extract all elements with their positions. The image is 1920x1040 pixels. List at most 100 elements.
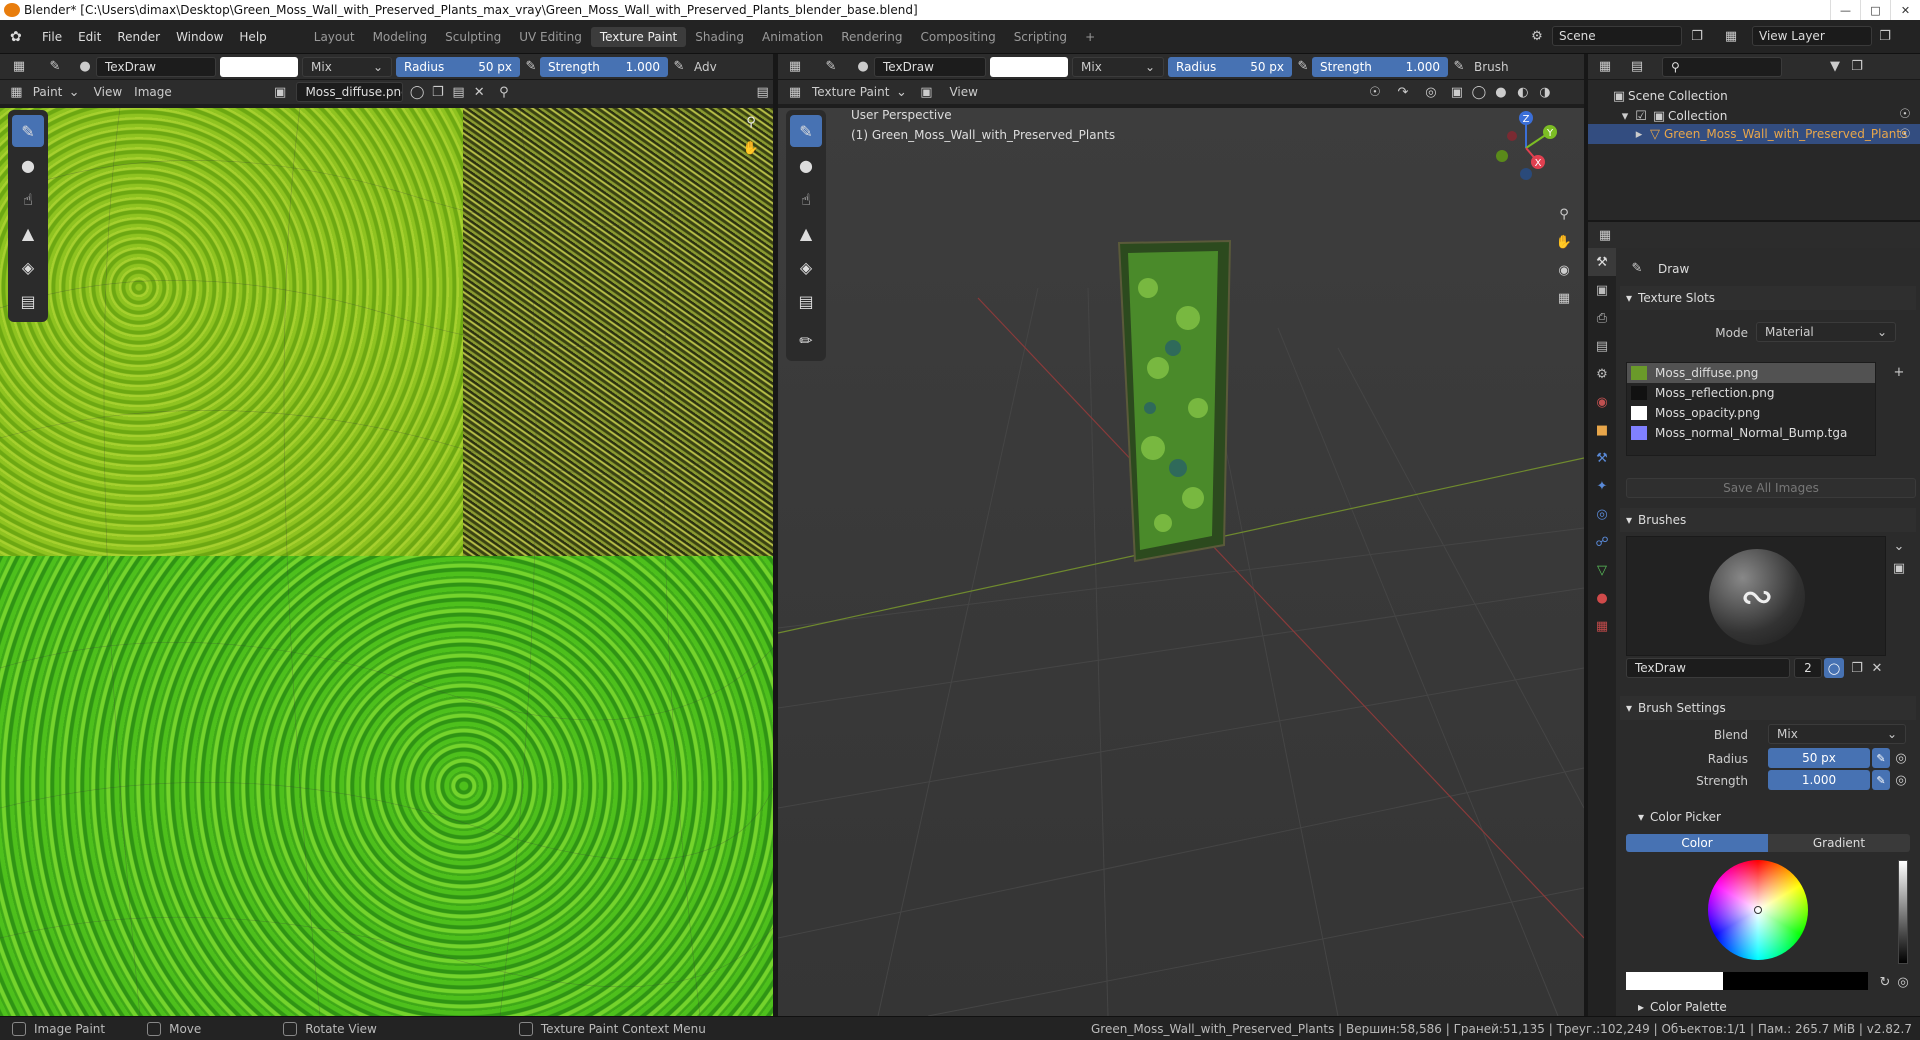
pan-hand-icon[interactable]: ✋ [1553, 232, 1575, 252]
new-brush-icon[interactable]: ❐ [1846, 658, 1868, 678]
display-mode-icon[interactable]: ▤ [1626, 57, 1648, 77]
outliner-search-field[interactable]: ⚲ [1662, 56, 1782, 77]
texture-slot-item[interactable]: Moss_reflection.png [1627, 383, 1875, 403]
tab-scripting[interactable]: Scripting [1005, 27, 1076, 47]
image-menu[interactable]: Image [128, 85, 178, 99]
data-tab-icon[interactable]: ▽ [1588, 556, 1616, 584]
gradient-mode-tab[interactable]: Gradient [1768, 834, 1910, 852]
eye-icon[interactable]: ☉ [1894, 124, 1916, 144]
texture-tab-icon[interactable]: ▦ [1588, 612, 1616, 640]
smear-tool-icon[interactable]: ☝ [12, 183, 44, 215]
strength-slider[interactable]: Strength 1.000 [540, 56, 668, 77]
view-layer-selector[interactable]: View Layer [1752, 26, 1872, 46]
display-channels-icon[interactable]: ▤ [752, 82, 773, 102]
editor-type-icon[interactable]: ▦ [784, 57, 806, 77]
texture-slot-item[interactable]: Moss_normal_Normal_Bump.tga [1627, 423, 1875, 443]
mask-tool-icon[interactable]: ▤ [790, 285, 822, 317]
unlink-brush-icon[interactable]: ✕ [1866, 658, 1888, 678]
color-wheel-cursor[interactable] [1754, 906, 1762, 914]
menu-window[interactable]: Window [168, 30, 231, 44]
brush-datablock-name[interactable]: TexDraw [1626, 658, 1790, 678]
tab-rendering[interactable]: Rendering [832, 27, 911, 47]
outliner-row-object[interactable]: ▸ ▽ Green_Moss_Wall_with_Preserved_Plants [1588, 124, 1920, 144]
clone-tool-icon[interactable]: ▲ [790, 217, 822, 249]
menu-edit[interactable]: Edit [70, 30, 109, 44]
overlays-icon[interactable]: ◎ [1420, 82, 1442, 102]
tab-layout[interactable]: Layout [305, 27, 364, 47]
blend-dropdown[interactable]: Mix ⌄ [302, 56, 392, 77]
new-scene-icon[interactable]: ❐ [1686, 26, 1708, 46]
brush-settings-icon[interactable]: ▣ [1888, 558, 1910, 578]
fill-tool-icon[interactable]: ◈ [12, 251, 44, 283]
area-separator[interactable] [1588, 220, 1920, 222]
fill-tool-icon[interactable]: ◈ [790, 251, 822, 283]
smear-tool-icon[interactable]: ☝ [790, 183, 822, 215]
physics-tab-icon[interactable]: ◎ [1588, 500, 1616, 528]
editor-type-icon[interactable]: ▦ [1594, 57, 1616, 77]
add-workspace-button[interactable]: + [1076, 27, 1104, 47]
texture-slot-item[interactable]: Moss_diffuse.png [1627, 363, 1875, 383]
zoom-icon[interactable]: ⚲ [740, 112, 762, 132]
navigation-gizmo[interactable]: Z Y X [1486, 108, 1566, 188]
radius-slider[interactable]: 50 px [1768, 748, 1870, 768]
tab-modeling[interactable]: Modeling [364, 27, 437, 47]
blend-dropdown[interactable]: Mix ⌄ [1072, 56, 1164, 77]
brush-icon[interactable]: ✎ [44, 57, 66, 77]
constraints-tab-icon[interactable]: ☍ [1588, 528, 1616, 556]
open-image-icon[interactable]: ▤ [448, 82, 469, 102]
visibility-icon[interactable]: ☉ [1364, 82, 1386, 102]
strength-slider[interactable]: 1.000 [1768, 770, 1870, 790]
new-view-layer-icon[interactable]: ❐ [1874, 26, 1896, 46]
draw-tool-icon[interactable]: ✎ [12, 115, 44, 147]
radius-slider[interactable]: Radius 50 px [1168, 56, 1292, 77]
area-separator[interactable] [773, 54, 778, 1016]
brush-menu[interactable]: Brush [1468, 60, 1515, 74]
menu-render[interactable]: Render [109, 30, 168, 44]
material-shading-icon[interactable]: ◐ [1512, 82, 1534, 102]
editor-type-icon[interactable]: ▦ [8, 57, 30, 77]
brush-users-count[interactable]: 2 [1794, 658, 1822, 678]
brush-settings-panel-header[interactable]: ▾ Brush Settings [1620, 696, 1916, 720]
tool-tab-icon[interactable]: ⚒ [1588, 248, 1616, 276]
color-picker-subpanel-header[interactable]: ▾ Color Picker [1638, 810, 1721, 824]
strength-jitter-icon[interactable]: ◎ [1892, 770, 1910, 790]
minimize-icon[interactable]: — [1830, 0, 1860, 20]
filter-icon[interactable]: ▼ [1824, 57, 1846, 77]
color-palette-subpanel-header[interactable]: ▸ Color Palette [1638, 1000, 1727, 1014]
image-name-field[interactable]: Moss_diffuse.png [296, 82, 403, 102]
area-separator[interactable] [1584, 54, 1588, 1016]
pressure-radius-icon[interactable]: ✎ [522, 57, 540, 77]
fake-user-icon[interactable]: ◯ [407, 82, 428, 102]
chevron-down-icon[interactable]: ⌄ [1888, 536, 1910, 556]
soften-tool-icon[interactable]: ● [12, 149, 44, 181]
perspective-grid-icon[interactable]: ▦ [1553, 288, 1575, 308]
brush-preview-area[interactable]: ∾ [1626, 536, 1886, 656]
slot-mode-dropdown[interactable]: Material ⌄ [1756, 322, 1896, 342]
brush-icon[interactable]: ✎ [820, 57, 842, 77]
view-menu[interactable]: View [943, 85, 983, 99]
color-swatches[interactable] [1626, 972, 1868, 990]
fake-user-shield-icon[interactable]: ◯ [1824, 658, 1844, 678]
scene-tab-icon[interactable]: ⚙ [1588, 360, 1616, 388]
particles-tab-icon[interactable]: ✦ [1588, 472, 1616, 500]
output-tab-icon[interactable]: ⎙ [1588, 304, 1616, 332]
brush-color-swatch[interactable] [990, 56, 1068, 77]
save-all-images-button[interactable]: Save All Images [1626, 478, 1916, 498]
value-slider[interactable] [1898, 860, 1908, 964]
mask-tool-icon[interactable]: ▤ [12, 285, 44, 317]
eyedropper-icon[interactable]: ◎ [1892, 972, 1914, 992]
unlink-image-icon[interactable]: ✕ [469, 82, 490, 102]
paint-mask-icon[interactable]: ▣ [915, 82, 937, 102]
scene-selector[interactable]: Scene [1552, 26, 1682, 46]
xray-icon[interactable]: ▣ [1446, 82, 1468, 102]
draw-tool-icon[interactable]: ✎ [790, 115, 822, 147]
view-layer-tab-icon[interactable]: ▤ [1588, 332, 1616, 360]
checkbox-icon[interactable]: ☑ [1632, 106, 1650, 126]
eye-icon[interactable]: ☉ [1894, 104, 1916, 124]
tab-uv-editing[interactable]: UV Editing [510, 27, 591, 47]
tab-shading[interactable]: Shading [686, 27, 753, 47]
scene-icon[interactable]: ⚙ [1526, 26, 1548, 46]
blend-dropdown[interactable]: Mix ⌄ [1768, 724, 1906, 744]
world-tab-icon[interactable]: ◉ [1588, 388, 1616, 416]
mode-dropdown[interactable]: Paint [27, 85, 69, 99]
